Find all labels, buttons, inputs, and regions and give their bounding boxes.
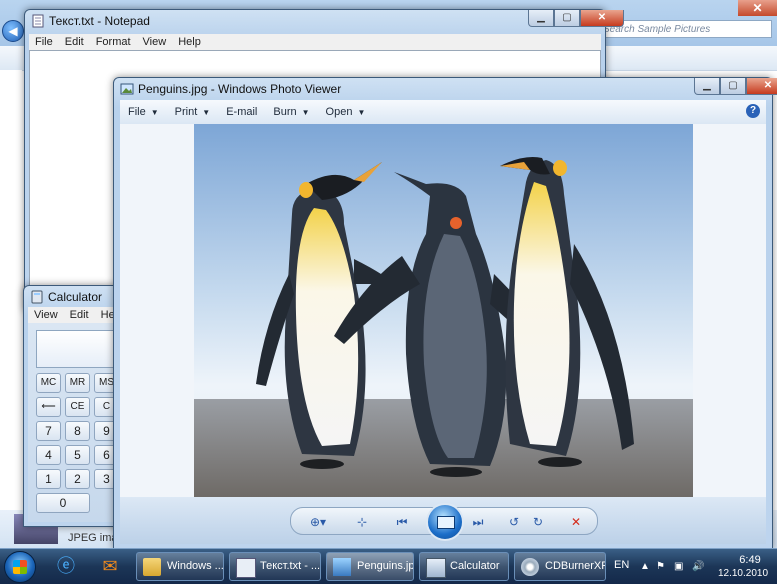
taskbar-button-photo-viewer[interactable]: Penguins.jp... — [326, 552, 414, 581]
photo-viewer-icon — [333, 558, 351, 576]
folder-icon — [143, 558, 161, 576]
back-button[interactable]: ◀ — [2, 20, 24, 42]
clock-date[interactable]: 12.10.2010 — [713, 568, 773, 579]
taskbar-label: Penguins.jp... — [357, 560, 414, 572]
menu-file-label: File — [128, 106, 146, 118]
notepad-icon — [236, 558, 256, 578]
internet-explorer-icon[interactable]: ⓔ — [46, 552, 86, 581]
menu-burn-label: Burn — [273, 106, 297, 118]
cd-icon — [521, 558, 539, 576]
viewer-controls: ⊕▾ ⊹ ⏮ ⏭ ↺ ↻ ✕ — [120, 497, 766, 544]
photo-viewer-title: Penguins.jpg - Windows Photo Viewer — [138, 82, 342, 96]
outlook-icon[interactable]: ✉ — [90, 552, 130, 581]
previous-icon[interactable]: ⏮ — [391, 513, 413, 531]
backspace-button[interactable]: ⟵ — [36, 397, 61, 417]
notepad-icon — [32, 14, 44, 28]
language-indicator[interactable]: EN — [614, 559, 629, 571]
ce-button[interactable]: CE — [65, 397, 90, 417]
penguins-image — [194, 124, 693, 497]
taskbar-button-cdburnerxp[interactable]: CDBurnerXP — [514, 552, 606, 581]
rotate-ccw-icon[interactable]: ↺ — [503, 513, 525, 531]
photo-viewer-icon — [120, 83, 134, 95]
calculator-icon — [426, 558, 446, 578]
key-7[interactable]: 7 — [36, 421, 61, 441]
viewer-control-pill: ⊕▾ ⊹ ⏮ ⏭ ↺ ↻ ✕ — [290, 503, 598, 541]
image-stage — [120, 124, 766, 497]
menu-view[interactable]: View — [28, 309, 64, 321]
system-tray: EN ▲ ⚑ ▣ 🔊 6:49 12.10.2010 — [608, 549, 777, 584]
penguins-photo — [194, 124, 693, 497]
dropdown-arrow-icon: ▼ — [357, 108, 366, 117]
menu-print-label: Print — [174, 106, 198, 118]
taskbar-button-explorer[interactable]: Windows ... — [136, 552, 224, 581]
taskbar-button-notepad[interactable]: Текст.txt - ... — [229, 552, 321, 581]
calculator-title: Calculator — [48, 290, 103, 304]
key-2[interactable]: 2 — [65, 469, 90, 489]
close-button[interactable]: ✕ — [580, 10, 624, 27]
key-0[interactable]: 0 — [36, 493, 90, 513]
network-icon[interactable]: ▣ — [674, 561, 683, 572]
explorer-close-button[interactable]: ✕ — [738, 0, 777, 16]
taskbar: ⓔ ✉ Windows ... Текст.txt - ... Penguins… — [0, 548, 777, 584]
taskbar-button-calculator[interactable]: Calculator — [419, 552, 509, 581]
dropdown-arrow-icon: ▼ — [202, 108, 211, 117]
key-8[interactable]: 8 — [65, 421, 90, 441]
menu-file[interactable]: File ▼ — [120, 106, 167, 118]
close-button[interactable]: ✕ — [746, 78, 777, 95]
clock-time[interactable]: 6:49 — [726, 554, 774, 566]
photo-viewer-window[interactable]: Penguins.jpg - Windows Photo Viewer ▁ ▢ … — [113, 77, 777, 549]
dropdown-arrow-icon: ▼ — [150, 108, 159, 117]
menu-burn[interactable]: Burn ▼ — [265, 106, 317, 118]
notepad-caption-buttons: ▁ ▢ ✕ — [528, 10, 624, 27]
slideshow-button[interactable] — [426, 503, 464, 541]
taskbar-label: Текст.txt - ... — [260, 560, 321, 572]
notepad-menubar: File Edit Format View Help — [29, 34, 601, 50]
start-button[interactable] — [4, 551, 36, 583]
actual-size-icon[interactable]: ⊹ — [351, 513, 373, 531]
menu-open-label: Open — [325, 106, 353, 118]
key-1[interactable]: 1 — [36, 469, 61, 489]
taskbar-label: Windows ... — [167, 560, 224, 572]
key-4[interactable]: 4 — [36, 445, 61, 465]
photo-viewer-menubar: File ▼ Print ▼ E-mail Burn ▼ Open ▼ ? — [120, 100, 766, 125]
windows-logo-icon — [13, 560, 27, 574]
notepad-title: Текст.txt - Notepad — [49, 14, 150, 28]
maximize-button[interactable]: ▢ — [720, 78, 746, 95]
key-5[interactable]: 5 — [65, 445, 90, 465]
minimize-button[interactable]: ▁ — [528, 10, 554, 27]
zoom-icon[interactable]: ⊕▾ — [307, 513, 329, 531]
menu-help[interactable]: Help — [172, 36, 207, 48]
menu-file[interactable]: File — [29, 36, 59, 48]
photo-viewer-caption-buttons: ▁ ▢ ✕ — [694, 78, 777, 95]
next-icon[interactable]: ⏭ — [467, 513, 489, 531]
menu-format[interactable]: Format — [90, 36, 137, 48]
minimize-button[interactable]: ▁ — [694, 78, 720, 95]
menu-view[interactable]: View — [137, 36, 173, 48]
delete-icon[interactable]: ✕ — [565, 513, 587, 531]
explorer-nav-pane — [0, 70, 22, 510]
menu-open[interactable]: Open ▼ — [318, 106, 374, 118]
dropdown-arrow-icon: ▼ — [301, 108, 310, 117]
menu-email[interactable]: E-mail — [218, 106, 265, 118]
slideshow-icon — [437, 516, 455, 529]
menu-print[interactable]: Print ▼ — [167, 106, 219, 118]
show-hidden-icons-icon[interactable]: ▲ — [640, 561, 650, 572]
action-center-flag-icon[interactable]: ⚑ — [656, 561, 665, 572]
mr-button[interactable]: MR — [65, 373, 90, 393]
calculator-icon — [31, 290, 43, 304]
help-icon[interactable]: ? — [746, 104, 760, 118]
volume-icon[interactable]: 🔊 — [692, 561, 704, 572]
rotate-cw-icon[interactable]: ↻ — [527, 513, 549, 531]
taskbar-label: Calculator — [450, 560, 500, 572]
menu-edit[interactable]: Edit — [59, 36, 90, 48]
menu-edit[interactable]: Edit — [64, 309, 95, 321]
maximize-button[interactable]: ▢ — [554, 10, 580, 27]
mc-button[interactable]: MC — [36, 373, 61, 393]
taskbar-label: CDBurnerXP — [545, 560, 606, 572]
